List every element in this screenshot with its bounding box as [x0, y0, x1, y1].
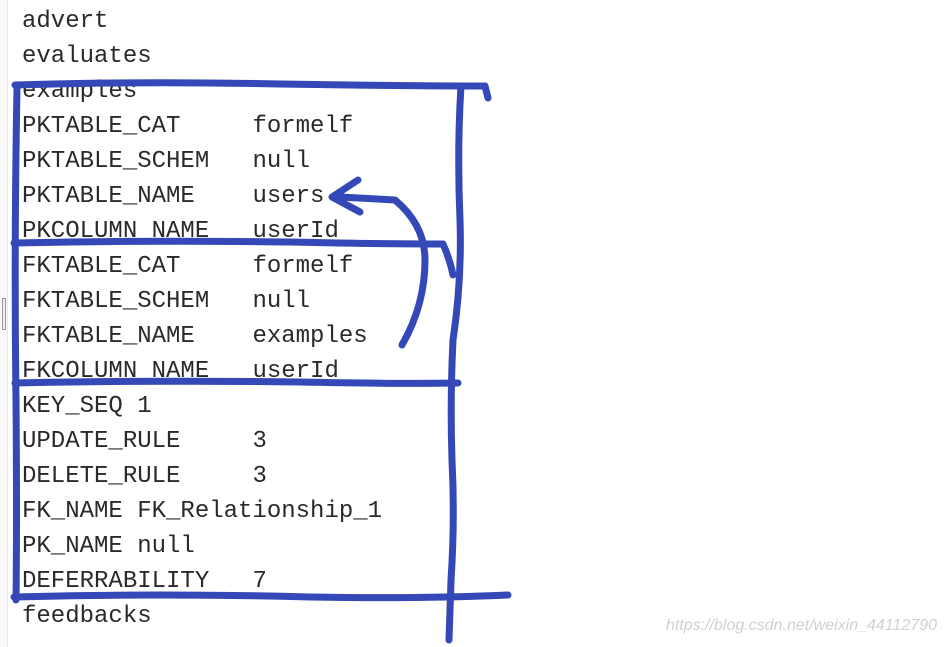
watermark-text: https://blog.csdn.net/weixin_44112790	[666, 617, 937, 635]
text-line: UPDATE_RULE 3	[22, 424, 949, 459]
text-line: FKTABLE_CAT formelf	[22, 249, 949, 284]
text-line: PKTABLE_NAME users	[22, 179, 949, 214]
text-line: KEY_SEQ 1	[22, 389, 949, 424]
text-line: PKTABLE_SCHEM null	[22, 144, 949, 179]
text-line: PKTABLE_CAT formelf	[22, 109, 949, 144]
text-line: PK_NAME null	[22, 529, 949, 564]
text-content: advert evaluates examples PKTABLE_CAT fo…	[0, 0, 949, 634]
text-line: examples	[22, 74, 949, 109]
text-line: DELETE_RULE 3	[22, 459, 949, 494]
text-line: FKCOLUMN_NAME userId	[22, 354, 949, 389]
text-line: advert	[22, 4, 949, 39]
text-line: evaluates	[22, 39, 949, 74]
text-line: DEFERRABILITY 7	[22, 564, 949, 599]
text-line: FKTABLE_SCHEM null	[22, 284, 949, 319]
gutter-marker	[2, 298, 6, 330]
text-line: FKTABLE_NAME examples	[22, 319, 949, 354]
editor-gutter	[0, 0, 8, 647]
text-line: FK_NAME FK_Relationship_1	[22, 494, 949, 529]
text-line: PKCOLUMN_NAME userId	[22, 214, 949, 249]
